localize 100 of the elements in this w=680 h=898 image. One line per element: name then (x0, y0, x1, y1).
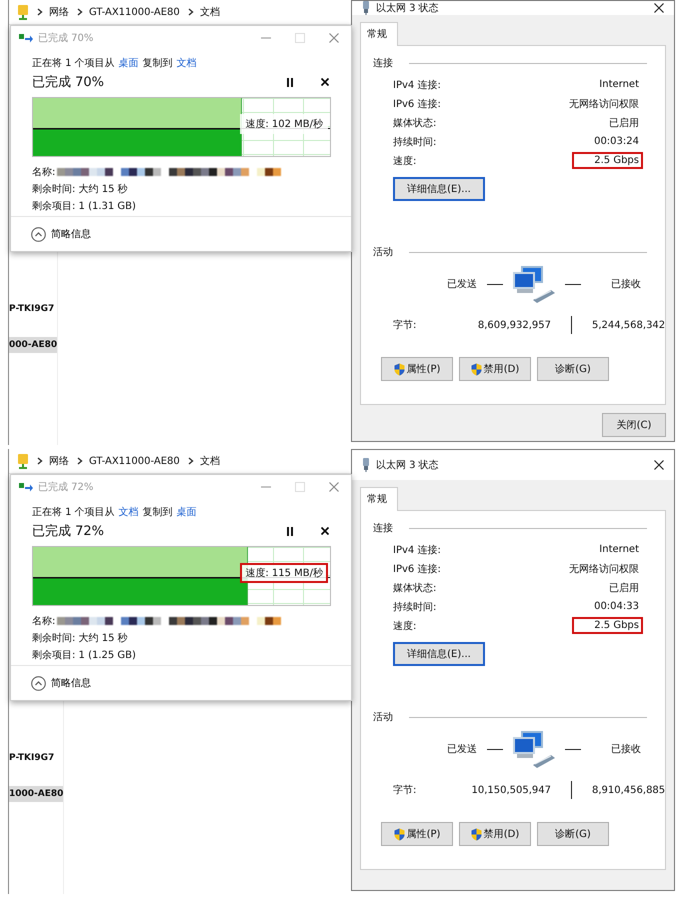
dialog-button[interactable]: 诊断(G) (537, 822, 609, 846)
detail-text: 剩余项目: 1 (1.25 GB) (32, 649, 137, 662)
section-heading: 活动 (373, 711, 393, 724)
shield-icon (470, 828, 482, 840)
section-heading: 连接 (373, 56, 393, 70)
chevron-icon (188, 8, 194, 16)
chevron-up-circle-icon[interactable] (31, 226, 46, 242)
received-label: 已接收 (611, 742, 641, 756)
breadcrumb-item[interactable]: 网络 (49, 5, 69, 19)
close-icon[interactable] (654, 460, 664, 470)
source-link[interactable]: 桌面 (118, 56, 139, 70)
tab[interactable]: 常规 (360, 487, 398, 511)
bytes-received: 5,244,568,342 (592, 320, 666, 330)
pause-icon[interactable] (287, 526, 293, 536)
received-label: 已接收 (611, 278, 641, 291)
field-label: 速度: (393, 620, 416, 632)
less-details-button[interactable]: 简略信息 (31, 226, 91, 242)
network-computers-icon (511, 729, 557, 769)
folder-icon (17, 4, 29, 20)
copy-description: 复制到 (142, 56, 173, 70)
destination-link[interactable]: 桌面 (176, 505, 197, 519)
folder-icon (17, 453, 29, 469)
bytes-received: 8,910,456,885 (592, 784, 666, 796)
sidebar-item[interactable]: P-TKI9G7 (9, 301, 58, 317)
sidebar-item[interactable]: 1000-AE80 (9, 786, 64, 802)
chevron-icon (188, 457, 194, 465)
copy-description: 复制到 (142, 506, 173, 519)
detail-text: 剩余项目: 1 (1.31 GB) (32, 200, 137, 213)
shield-icon (394, 828, 405, 840)
field-label: 持续时间: (393, 600, 436, 614)
close-icon[interactable] (654, 3, 664, 13)
window-title: 以太网 3 状态 (376, 2, 440, 15)
shield-icon (470, 362, 482, 376)
field-value: 无网络访问权限 (568, 562, 640, 576)
progress-heading: 已完成 70% (32, 74, 106, 91)
field-value: 00:03:24 (593, 135, 640, 149)
field-label: 媒体状态: (393, 582, 436, 594)
close-button[interactable]: 关闭(C) (602, 413, 666, 437)
sidebar-item[interactable]: P-TKI9G7 (9, 750, 64, 766)
detail-text: 剩余时间: 大约 15 秒 (32, 632, 129, 645)
breadcrumb-item[interactable]: 网络 (49, 454, 69, 468)
admin-button[interactable]: 禁用(D) (459, 822, 531, 846)
sidebar-item[interactable]: 000-AE80 (9, 337, 58, 353)
detail-text: 剩余时间: 大约 15 秒 (32, 182, 129, 196)
progress-heading: 已完成 72% (32, 523, 106, 540)
field-label: 媒体状态: (393, 116, 436, 130)
chevron-icon (37, 8, 43, 16)
bytes-label: 字节: (393, 784, 418, 797)
field-value: 已启用 (608, 582, 640, 596)
speed-label: 速度: 115 MB/秒 (240, 563, 328, 583)
speed-label: 速度: 102 MB/秒 (240, 114, 328, 134)
network-computers-icon (511, 264, 557, 304)
shield-icon (394, 362, 405, 376)
field-value: Internet (598, 543, 640, 557)
tab[interactable]: 常规 (360, 22, 398, 46)
field-value: Internet (598, 78, 640, 92)
cancel-icon[interactable] (321, 78, 329, 86)
field-value: 无网络访问权限 (568, 98, 640, 112)
ethernet-icon (362, 458, 370, 472)
admin-button[interactable]: 属性(P) (381, 822, 453, 846)
field-value: 2.5 Gbps (572, 617, 643, 634)
field-label: 速度: (393, 154, 416, 168)
sent-label: 已发送 (447, 278, 477, 291)
pause-icon[interactable] (287, 78, 293, 86)
cancel-icon[interactable] (321, 527, 329, 535)
details-button[interactable]: 详细信息(E)... (393, 642, 485, 666)
field-value: 00:04:33 (593, 600, 640, 614)
breadcrumb-item[interactable]: 文档 (200, 5, 220, 19)
window-title: 已完成 72% (38, 480, 94, 494)
copy-icon (19, 482, 33, 492)
copy-description: 正在将 1 个项目从 (32, 506, 115, 519)
destination-link[interactable]: 文档 (176, 56, 197, 70)
ethernet-icon (362, 1, 370, 15)
source-link[interactable]: 文档 (118, 505, 139, 519)
section-heading: 活动 (373, 246, 393, 259)
bytes-label: 字节: (393, 318, 418, 332)
less-details-button[interactable]: 简略信息 (31, 676, 91, 690)
copy-description: 正在将 1 个项目从 (32, 56, 115, 70)
details-button[interactable]: 详细信息(E)... (393, 177, 485, 201)
chevron-up-circle-icon[interactable] (31, 676, 46, 690)
section-heading: 连接 (373, 522, 393, 535)
window-title: 以太网 3 状态 (376, 458, 440, 472)
name-label: 名称: (32, 615, 56, 628)
chevron-icon (77, 8, 83, 16)
breadcrumb-item[interactable]: 文档 (200, 454, 220, 468)
field-label: IPv4 连接: (393, 78, 441, 92)
admin-button[interactable]: 禁用(D) (459, 357, 531, 381)
field-value: 已启用 (608, 116, 640, 130)
dialog-button[interactable]: 诊断(G) (537, 357, 609, 381)
field-label: IPv4 连接: (393, 544, 441, 556)
breadcrumb-item[interactable]: GT-AX11000-AE80 (89, 456, 180, 466)
field-label: IPv6 连接: (393, 98, 441, 110)
breadcrumb-item[interactable]: GT-AX11000-AE80 (89, 6, 180, 18)
copy-icon (19, 33, 33, 43)
field-label: 持续时间: (393, 136, 436, 148)
chevron-icon (77, 457, 83, 465)
admin-button[interactable]: 属性(P) (381, 357, 453, 381)
field-value: 2.5 Gbps (572, 152, 643, 169)
sent-label: 已发送 (447, 743, 477, 756)
name-label: 名称: (32, 166, 56, 179)
